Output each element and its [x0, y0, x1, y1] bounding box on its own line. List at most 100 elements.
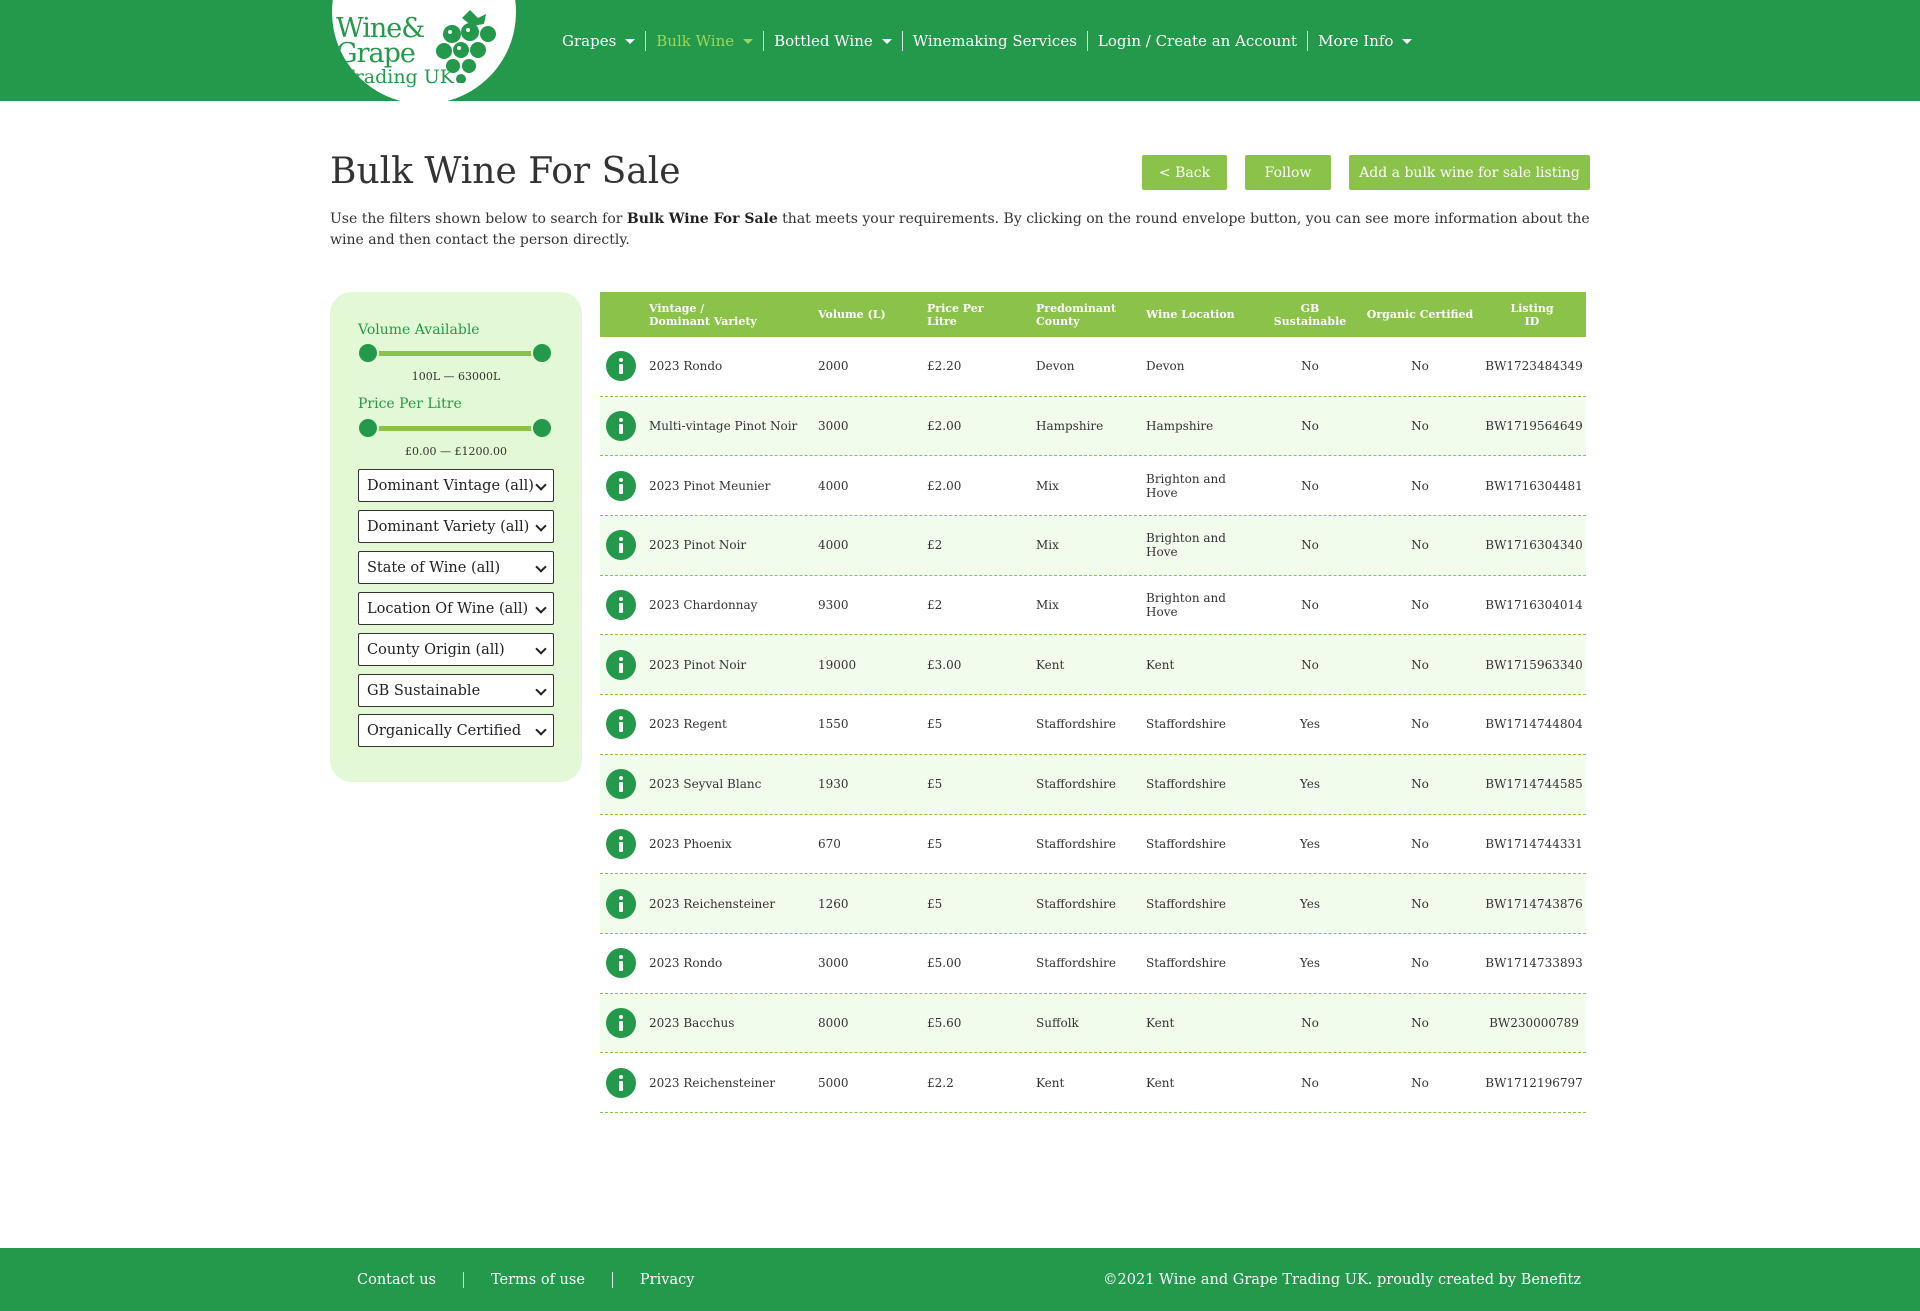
cell-price-text: £2.00: [927, 478, 962, 493]
info-icon[interactable]: [606, 828, 636, 859]
cell-gb-sustainable: No: [1265, 994, 1355, 1053]
price-min-handle[interactable]: [357, 417, 379, 439]
cell-county: Staffordshire: [1036, 934, 1141, 993]
cell-price-text: £2.00: [927, 419, 962, 434]
cell-location: Kent: [1146, 994, 1236, 1053]
cell-listing-id-text: BW1712196797: [1485, 1075, 1583, 1090]
info-icon[interactable]: [606, 769, 636, 800]
site-logo[interactable]: Wine& Grape Trading UK: [332, 0, 516, 104]
price-slider[interactable]: [357, 417, 553, 439]
cell-listing-id: BW1719564649: [1482, 397, 1586, 456]
cell-county: Kent: [1036, 635, 1141, 694]
footer-link-privacy[interactable]: Privacy: [611, 1271, 721, 1288]
cell-variety: 2023 Rondo: [649, 337, 814, 396]
gb-sustainable-select[interactable]: GB Sustainable: [358, 674, 554, 707]
volume-max-handle[interactable]: [531, 342, 553, 364]
nav-item-grapes[interactable]: Grapes: [552, 31, 645, 51]
info-icon[interactable]: [606, 470, 636, 501]
cell-price: £2.00: [927, 397, 1027, 456]
info-icon[interactable]: [606, 351, 636, 382]
cell-county: Staffordshire: [1036, 755, 1141, 814]
nav-item-bottled-wine[interactable]: Bottled Wine: [763, 31, 902, 51]
cell-county-text: Staffordshire: [1036, 717, 1116, 732]
state-of-wine-select[interactable]: State of Wine (all): [358, 551, 554, 584]
cell-location-text: Staffordshire: [1146, 717, 1226, 732]
nav-item-more-info[interactable]: More Info: [1307, 31, 1422, 51]
cell-location: Kent: [1146, 635, 1236, 694]
cell-volume-text: 670: [818, 836, 841, 851]
info-icon[interactable]: [606, 1067, 636, 1098]
cell-location: Kent: [1146, 1053, 1236, 1112]
table-row: 2023 Phoenix 670 £5 Staffordshire Staffordsh…: [600, 815, 1586, 875]
location-of-wine-select[interactable]: Location Of Wine (all): [358, 592, 554, 625]
cell-county: Staffordshire: [1036, 695, 1141, 754]
volume-min-handle[interactable]: [357, 342, 379, 364]
grape-cluster-icon: [436, 10, 496, 83]
back-button[interactable]: < Back: [1142, 155, 1227, 190]
cell-price-text: £2.20: [927, 359, 962, 374]
table-row: 2023 Rondo 3000 £5.00 Staffordshire Stafford…: [600, 934, 1586, 994]
cell-county: Staffordshire: [1036, 874, 1141, 933]
table-row: 2023 Bacchus 8000 £5.60 Suffolk Kent No No BW23…: [600, 993, 1586, 1054]
cell-variety-text: 2023 Reichensteiner: [649, 1075, 776, 1090]
dominant-variety-select[interactable]: Dominant Variety (all): [358, 510, 554, 543]
info-icon[interactable]: [606, 888, 636, 919]
cell-gb-sustainable-text: No: [1301, 598, 1319, 613]
cell-location: Staffordshire: [1146, 695, 1236, 754]
header-text: Sustainable: [1273, 314, 1347, 328]
cell-location-text: Hampshire: [1146, 419, 1214, 434]
nav-label: Grapes: [562, 32, 617, 50]
volume-slider[interactable]: [357, 342, 553, 364]
cell-organic: No: [1365, 994, 1475, 1053]
header-volume: Volume (L): [818, 308, 886, 321]
select-value: Location Of Wine (all): [367, 600, 529, 617]
cell-gb-sustainable: No: [1265, 456, 1355, 515]
price-filter-label: Price Per Litre: [358, 396, 462, 412]
info-icon[interactable]: [606, 709, 636, 740]
cell-price: £2: [927, 516, 1027, 575]
header-text: Price Per: [927, 301, 984, 315]
table-body: 2023 Rondo 2000 £2.20 Devon Devon No No BW17234…: [600, 337, 1586, 1113]
cell-listing-id: BW1714744804: [1482, 695, 1586, 754]
cell-price: £5: [927, 755, 1027, 814]
cell-gb-sustainable: No: [1265, 516, 1355, 575]
info-icon[interactable]: [606, 649, 636, 680]
cell-gb-sustainable: Yes: [1265, 874, 1355, 933]
cell-price-text: £5: [927, 896, 943, 911]
footer-link-contact[interactable]: Contact us: [330, 1272, 463, 1288]
follow-button[interactable]: Follow: [1245, 155, 1331, 190]
cell-volume-text: 9300: [818, 598, 849, 613]
cell-location: Brighton and Hove: [1146, 456, 1236, 515]
table-row: 2023 Reichensteiner 5000 £2.2 Kent Kent No No B…: [600, 1053, 1586, 1113]
info-icon[interactable]: [606, 530, 636, 561]
info-icon[interactable]: [606, 1007, 636, 1038]
organically-certified-select[interactable]: Organically Certified: [358, 714, 554, 747]
cell-price-text: £5: [927, 836, 943, 851]
cell-location-text: Brighton and Hove: [1146, 531, 1226, 560]
header-text: ID: [1524, 314, 1540, 328]
nav-label: Login / Create an Account: [1097, 32, 1298, 50]
cell-gb-sustainable-text: No: [1301, 657, 1319, 672]
dominant-vintage-select[interactable]: Dominant Vintage (all): [358, 469, 554, 502]
cell-price-text: £2.2: [927, 1075, 954, 1090]
add-listing-button[interactable]: Add a bulk wine for sale listing: [1349, 155, 1590, 190]
cell-organic-text: No: [1411, 478, 1429, 493]
cell-location-text: Kent: [1146, 657, 1175, 672]
select-value: Organically Certified: [367, 722, 522, 739]
info-icon[interactable]: [606, 948, 636, 979]
county-origin-select[interactable]: County Origin (all): [358, 633, 554, 666]
cell-listing-id-text: BW1723484349: [1485, 359, 1583, 374]
info-icon[interactable]: [606, 411, 636, 442]
nav-item-bulk-wine[interactable]: Bulk Wine: [645, 31, 763, 51]
price-max-handle[interactable]: [531, 417, 553, 439]
cell-location: Staffordshire: [1146, 874, 1236, 933]
footer-link-terms[interactable]: Terms of use: [462, 1271, 612, 1288]
info-icon[interactable]: [606, 590, 636, 621]
table-header: Vintage / Dominant Variety Volume (L) Pri…: [600, 292, 1586, 337]
nav-item-winemaking-services[interactable]: Winemaking Services: [901, 31, 1087, 51]
cell-volume: 4000: [818, 516, 918, 575]
cell-organic-text: No: [1411, 419, 1429, 434]
nav-item-login[interactable]: Login / Create an Account: [1086, 31, 1307, 51]
cell-volume: 1930: [818, 755, 918, 814]
cell-variety: 2023 Pinot Meunier: [649, 456, 814, 515]
